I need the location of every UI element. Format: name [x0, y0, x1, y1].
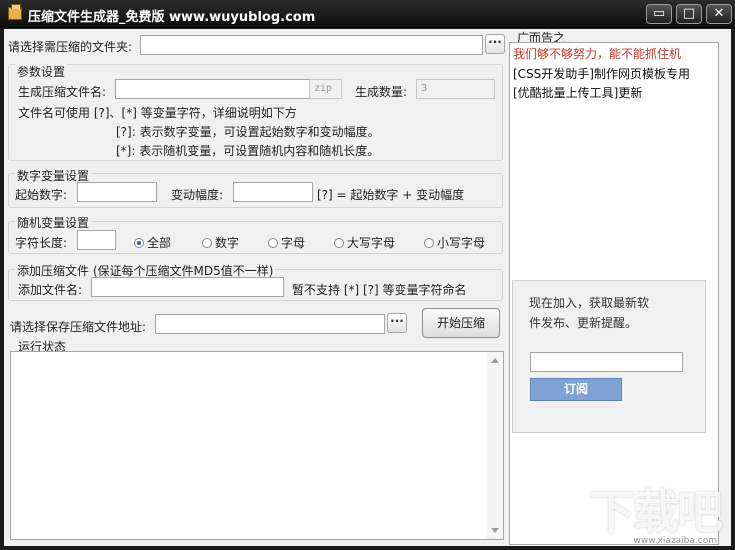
archive-name-input[interactable]	[115, 79, 310, 99]
start-number-label: 起始数字:	[15, 188, 68, 202]
radio-all-label: 全部	[147, 236, 172, 250]
radio-all[interactable]: 全部	[134, 234, 171, 251]
folder-label: 请选择需压缩的文件夹:	[8, 40, 133, 54]
archive-ext-field: zip	[309, 79, 342, 99]
main-window: 请选择需压缩的文件夹: ··· 参数设置 生成压缩文件名: zip 生成数量: …	[4, 29, 731, 546]
start-number-input[interactable]	[77, 182, 157, 202]
addfile-name-label: 添加文件名:	[18, 283, 83, 297]
radio-uppercase[interactable]: 大写字母	[334, 234, 395, 251]
folder-path-input[interactable]	[140, 35, 483, 55]
app-folder-icon	[8, 4, 22, 20]
ads-panel: 我们够不够努力，能不能抓住机 [CSS开发助手]制作网页模板专用 [优酷批量上传…	[509, 42, 719, 545]
step-label: 变动幅度:	[171, 188, 224, 202]
subscribe-box: 现在加入，获取最新软件发布、更新提醒。 订阅	[512, 280, 706, 433]
ad-link-1[interactable]: 我们够不够努力，能不能抓住机	[513, 45, 681, 62]
radio-uppercase-label: 大写字母	[347, 236, 396, 250]
watermark-logo: 下载吧	[589, 485, 723, 539]
status-log-text	[11, 352, 503, 358]
subscribe-email-input[interactable]	[530, 352, 683, 372]
count-input[interactable]: 3	[416, 79, 495, 99]
step-input[interactable]	[233, 182, 313, 202]
char-length-label: 字符长度:	[15, 236, 68, 250]
scroll-up-icon[interactable]	[491, 358, 499, 363]
close-button[interactable]: ✕	[706, 4, 732, 24]
radio-letters[interactable]: 字母	[268, 234, 305, 251]
radio-digits[interactable]: 数字	[202, 234, 239, 251]
addfile-note: 暂不支持 [*] [?] 等变量字符命名	[292, 283, 467, 297]
ad-link-2[interactable]: [CSS开发助手]制作网页模板专用	[513, 65, 690, 82]
window-title: 压缩文件生成器_免费版 www.wuyublog.com	[28, 10, 316, 25]
addfile-name-input[interactable]	[91, 277, 284, 297]
count-label: 生成数量:	[355, 85, 408, 99]
folder-browse-button[interactable]: ···	[485, 34, 505, 54]
minimize-button[interactable]: ▭	[646, 4, 672, 24]
subscribe-button[interactable]: 订阅	[530, 378, 622, 401]
status-scrollbar[interactable]	[487, 352, 503, 539]
params-group-title: 参数设置	[15, 63, 68, 80]
start-compress-button[interactable]: 开始压缩	[422, 308, 500, 338]
random-group-title: 随机变量设置	[15, 214, 92, 231]
radio-icon	[268, 238, 278, 248]
scroll-down-icon[interactable]	[491, 528, 499, 533]
status-log[interactable]	[10, 351, 504, 540]
radio-digits-label: 数字	[215, 236, 240, 250]
char-length-input[interactable]	[77, 230, 116, 250]
watermark-url: www.xiazaiba.com	[633, 536, 717, 546]
save-path-label: 请选择保存压缩文件地址:	[10, 320, 147, 334]
radio-lowercase[interactable]: 小写字母	[424, 234, 485, 251]
ad-link-3[interactable]: [优酷批量上传工具]更新	[513, 84, 642, 101]
maximize-button[interactable]: □	[676, 4, 702, 24]
subscribe-text: 现在加入，获取最新软件发布、更新提醒。	[529, 296, 650, 330]
hint-line-3: [*]: 表示随机变量，可设置随机内容和随机长度。	[116, 144, 380, 158]
save-path-input[interactable]	[155, 314, 385, 334]
radio-letters-label: 字母	[281, 236, 306, 250]
archive-name-label: 生成压缩文件名:	[18, 85, 107, 99]
radio-icon	[334, 238, 344, 248]
radio-lowercase-label: 小写字母	[437, 236, 486, 250]
hint-line-2: [?]: 表示数字变量，可设置起始数字和变动幅度。	[116, 125, 380, 139]
radio-icon	[424, 238, 434, 248]
save-browse-button[interactable]: ···	[387, 313, 407, 333]
radio-checked-icon	[134, 238, 144, 248]
title-bar: 压缩文件生成器_免费版 www.wuyublog.com ▭ □ ✕	[0, 0, 735, 28]
hint-line-1: 文件名可使用 [?]、[*] 等变量字符，详细说明如下方	[18, 106, 297, 120]
radio-icon	[202, 238, 212, 248]
numeric-formula: [?] = 起始数字 + 变动幅度	[317, 188, 465, 202]
